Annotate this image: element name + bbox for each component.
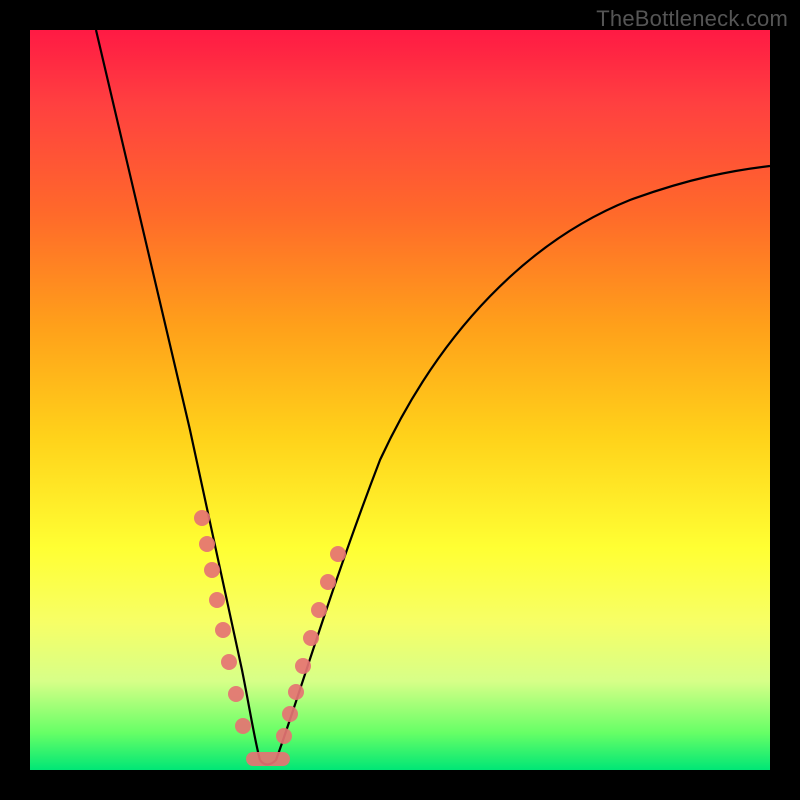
plot-area xyxy=(30,30,770,770)
markers-right xyxy=(276,546,346,744)
curve-right-branch xyxy=(260,166,770,765)
curve-left-branch xyxy=(96,30,260,760)
attribution-text: TheBottleneck.com xyxy=(596,6,788,32)
chart-frame: TheBottleneck.com xyxy=(0,0,800,800)
curve-layer xyxy=(30,30,770,770)
markers-left xyxy=(194,510,251,734)
markers-bottom xyxy=(246,752,290,766)
